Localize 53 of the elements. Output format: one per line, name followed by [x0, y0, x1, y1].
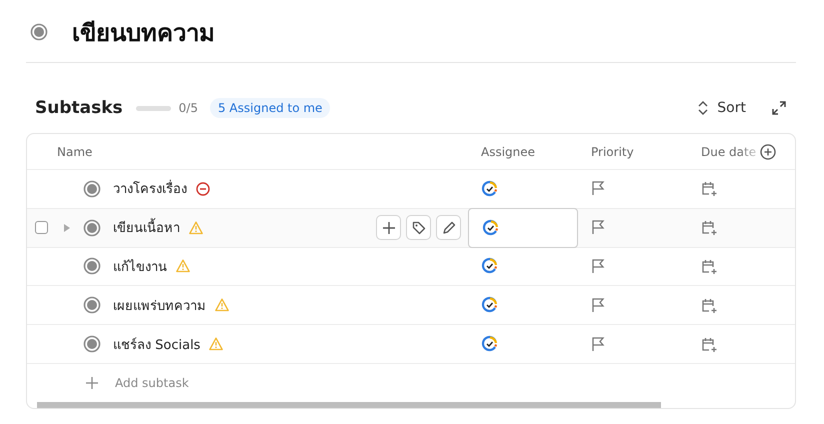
- subtask-name[interactable]: แก้ไขงาน: [113, 256, 167, 277]
- status-icon[interactable]: [83, 180, 101, 198]
- warning-icon: [209, 337, 224, 352]
- calendar-add-icon[interactable]: [701, 336, 717, 353]
- flag-icon[interactable]: [591, 258, 605, 275]
- add-button[interactable]: [376, 215, 401, 240]
- calendar-add-icon[interactable]: [701, 258, 717, 275]
- warning-icon: [189, 220, 203, 235]
- progress-count: 0/5: [178, 101, 198, 115]
- flag-icon[interactable]: [591, 296, 605, 314]
- status-icon[interactable]: [83, 218, 101, 237]
- flag-icon[interactable]: [591, 180, 605, 198]
- edit-button[interactable]: [436, 215, 461, 240]
- subtask-name[interactable]: วางโครงเรื่อง: [113, 178, 187, 200]
- add-column-icon[interactable]: [760, 144, 776, 160]
- warning-icon: [176, 259, 190, 274]
- subtask-name[interactable]: เขียนเนื้อหา: [113, 217, 180, 238]
- assignee-icon[interactable]: [481, 335, 499, 354]
- status-icon[interactable]: [30, 23, 48, 41]
- flag-icon[interactable]: [591, 336, 605, 353]
- assignee-icon[interactable]: [481, 257, 499, 276]
- assigned-badge[interactable]: 5 Assigned to me: [210, 98, 330, 118]
- assignee-icon[interactable]: [482, 218, 500, 237]
- assignee-icon[interactable]: [481, 180, 499, 198]
- column-header[interactable]: Name: [57, 144, 92, 158]
- column-header[interactable]: Due date: [701, 144, 756, 158]
- subtask-name[interactable]: แชร์ลง Socials: [113, 334, 200, 355]
- column-header[interactable]: Priority: [591, 144, 634, 158]
- add-subtask-button[interactable]: Add subtask: [86, 374, 189, 392]
- status-icon[interactable]: [83, 257, 101, 276]
- expand-icon[interactable]: [772, 101, 786, 115]
- plus-icon: [86, 376, 98, 389]
- scrollbar-thumb[interactable]: [37, 402, 661, 408]
- column-header[interactable]: Assignee: [481, 144, 536, 158]
- flag-icon[interactable]: [591, 219, 605, 236]
- plus-icon: [382, 220, 396, 235]
- pencil-icon: [442, 220, 456, 235]
- subtask-name[interactable]: เผยแพร่บทความ: [113, 294, 206, 316]
- blocked-icon: [196, 182, 210, 196]
- section-heading: Subtasks: [35, 98, 123, 118]
- calendar-add-icon[interactable]: [701, 219, 717, 236]
- sort-button[interactable]: Sort: [693, 98, 750, 118]
- calendar-add-icon[interactable]: [701, 180, 717, 198]
- status-icon[interactable]: [83, 296, 101, 314]
- tag-icon: [412, 220, 426, 235]
- row-checkbox[interactable]: [35, 221, 48, 234]
- tag-button[interactable]: [406, 215, 431, 240]
- status-icon[interactable]: [83, 335, 101, 354]
- assignee-icon[interactable]: [481, 296, 499, 314]
- sort-icon: [697, 100, 710, 116]
- calendar-add-icon[interactable]: [701, 296, 717, 314]
- warning-icon: [215, 298, 229, 312]
- task-title: เขียนบทความ: [72, 18, 215, 48]
